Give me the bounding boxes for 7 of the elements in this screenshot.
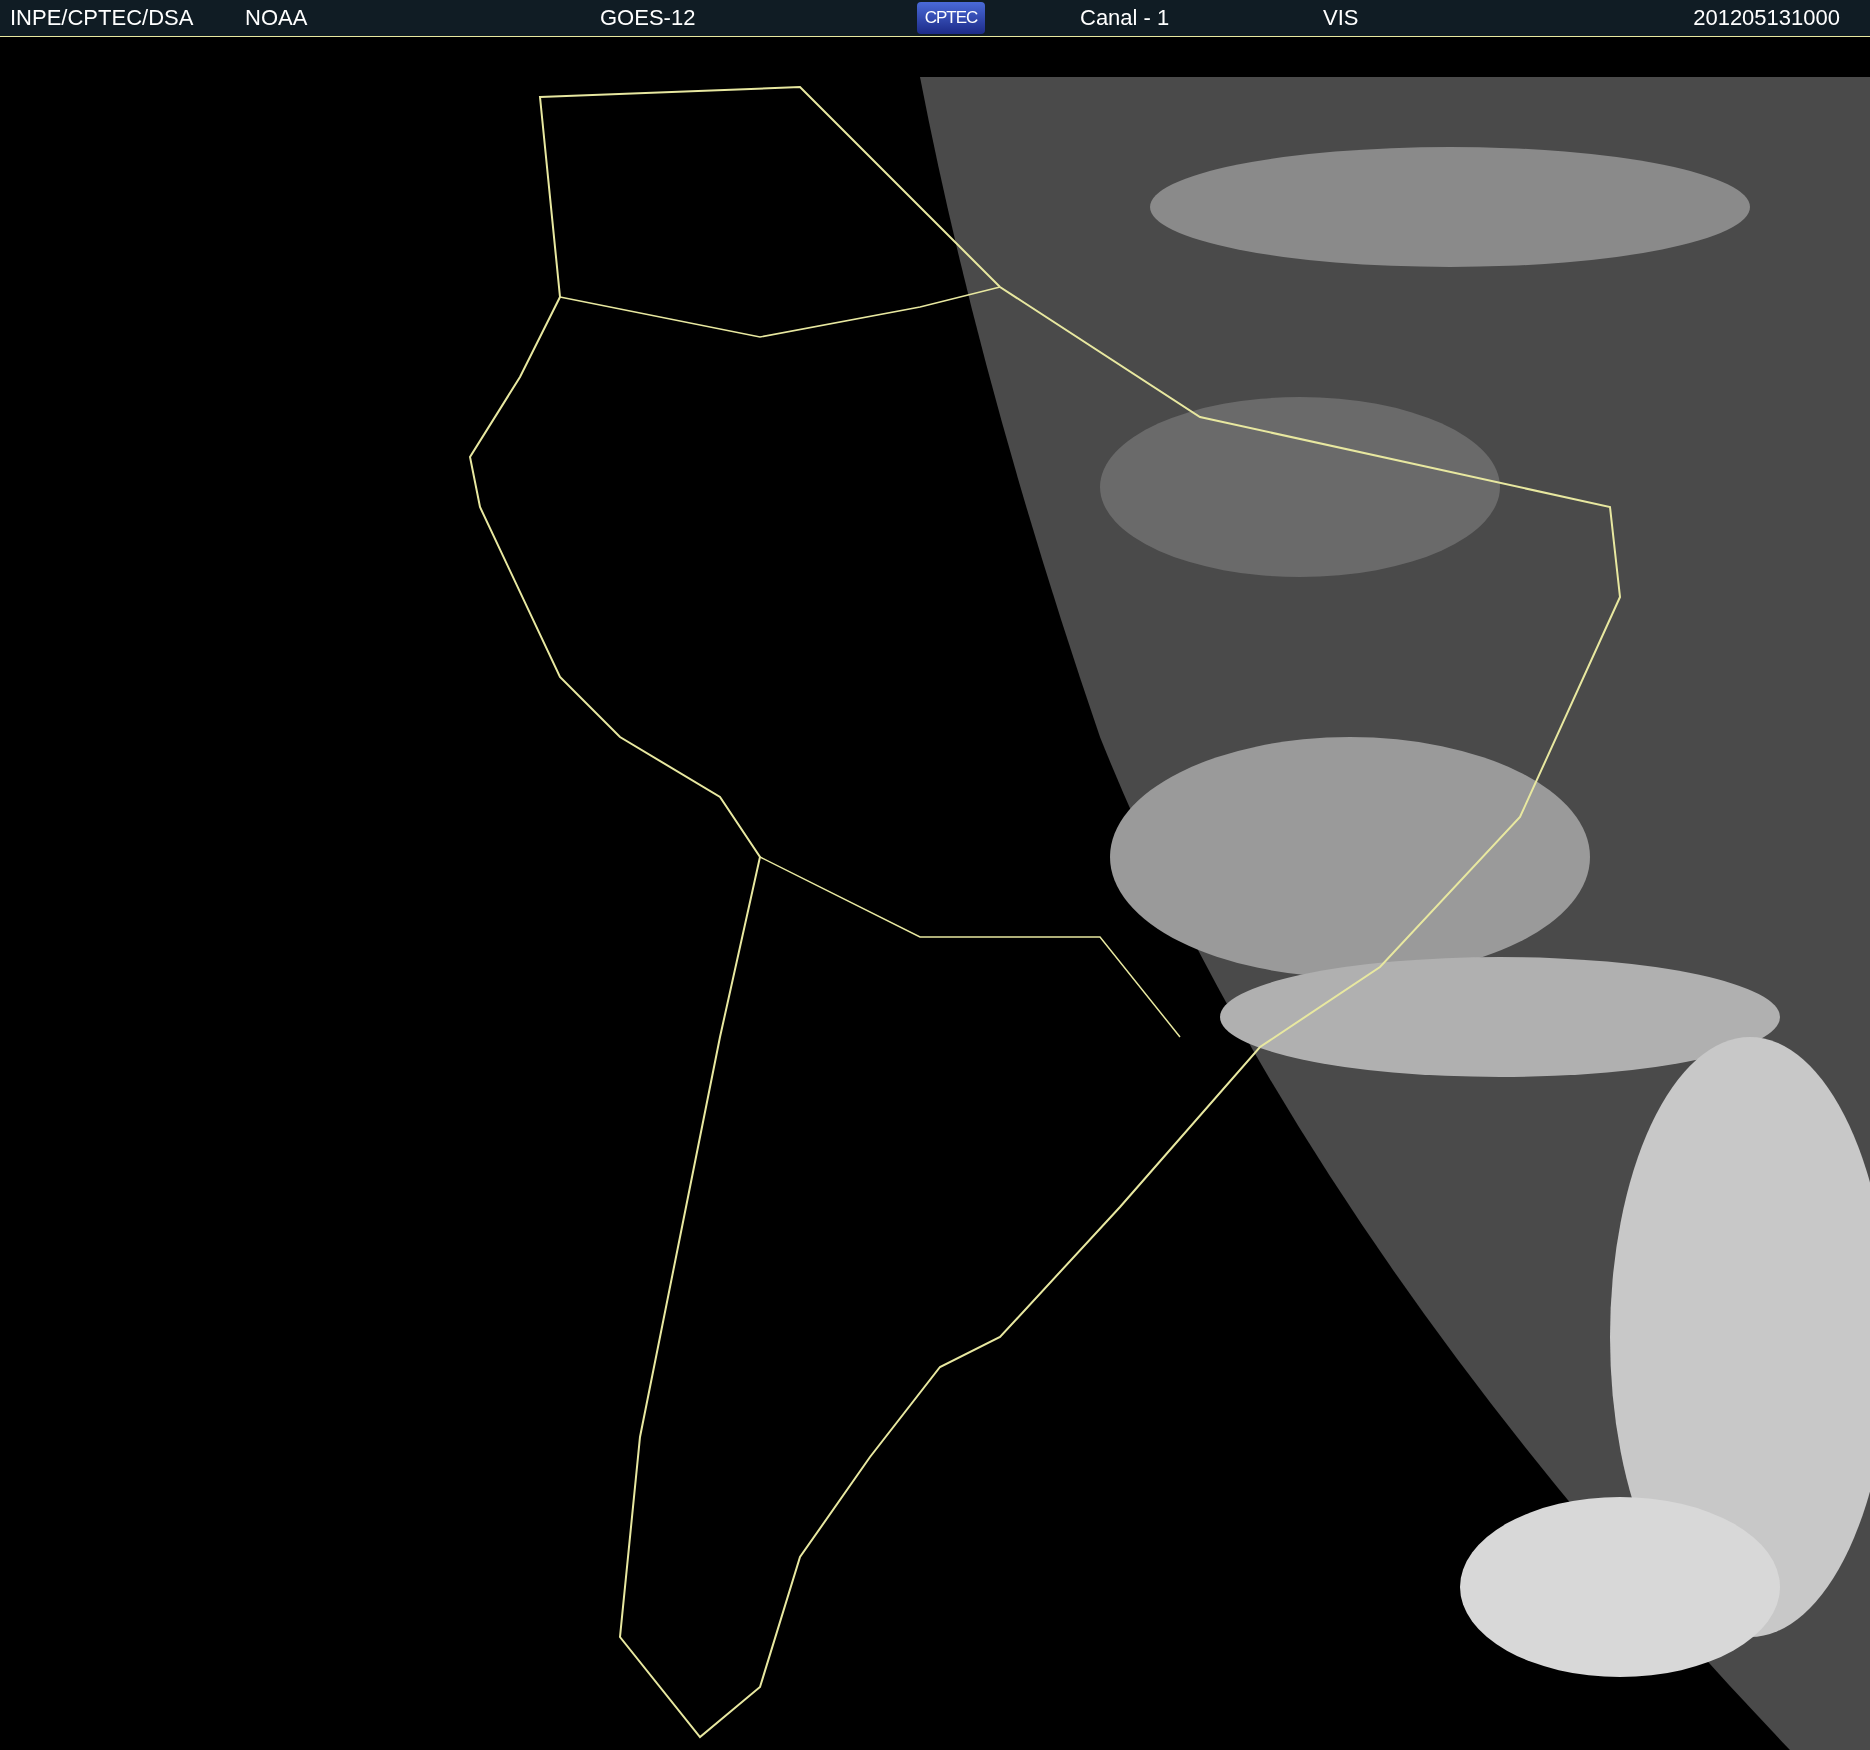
- satellite-label: GOES-12: [600, 5, 697, 31]
- band-label: VIS: [1323, 5, 1360, 31]
- source-label: INPE/CPTEC/DSA: [9, 5, 195, 31]
- agency-label: NOAA: [245, 5, 309, 31]
- channel-label: Canal - 1: [1080, 5, 1171, 31]
- logo: CPTEC: [917, 2, 985, 34]
- timestamp-label: 201205131000: [1693, 5, 1841, 31]
